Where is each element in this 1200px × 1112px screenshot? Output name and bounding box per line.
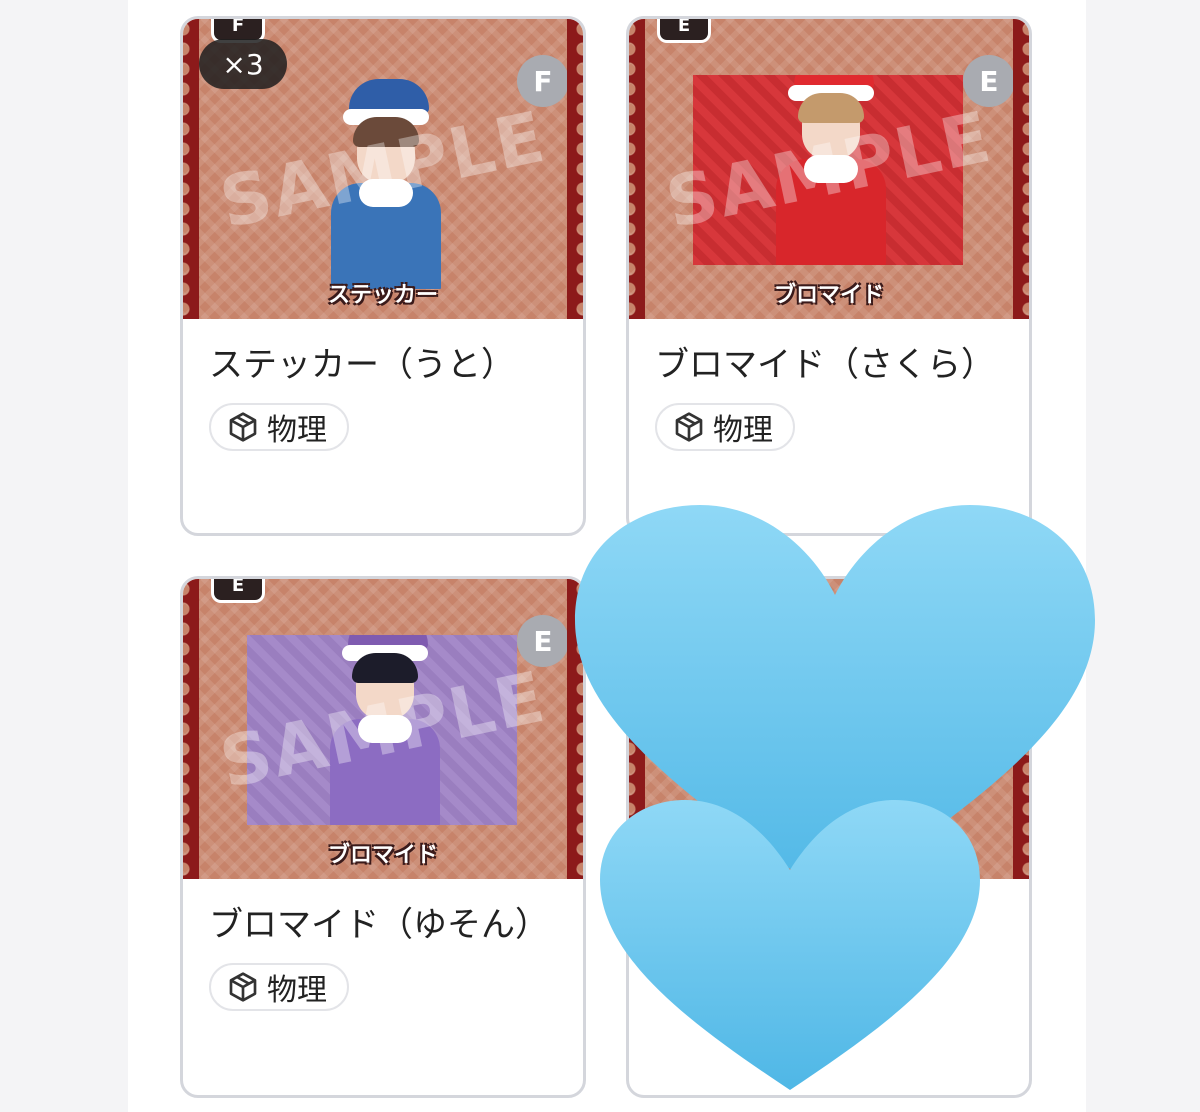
rank-badge: E xyxy=(963,55,1015,107)
item-title[interactable]: ステッカー（うと） xyxy=(209,341,557,389)
item-card[interactable] xyxy=(626,576,1032,1098)
item-card[interactable]: E SAMPLE ブロマイド E ブロマイド（さくら） 物理 xyxy=(626,16,1032,536)
item-image: E SAMPLE ブロマイド E xyxy=(629,19,1029,319)
prize-medal-icon: E xyxy=(657,19,711,43)
physical-tag: 物理 xyxy=(209,963,349,1011)
item-list-panel: F SAMPLE ステッカー ×3 F ステッカー（うと） 物理 E SAMPL… xyxy=(128,0,1086,1112)
item-card[interactable]: E SAMPLE ブロマイド E ブロマイド（ゆそん） 物理 xyxy=(180,576,586,1098)
item-photo xyxy=(693,75,963,265)
package-icon xyxy=(229,972,257,1002)
item-type-label: ブロマイド xyxy=(773,283,884,308)
rank-badge: E xyxy=(517,615,569,667)
page-margin xyxy=(0,0,52,1112)
physical-tag: 物理 xyxy=(209,403,349,451)
prize-medal-icon: E xyxy=(211,579,265,603)
person-figure xyxy=(313,79,453,289)
tag-label: 物理 xyxy=(267,413,327,448)
item-image: F SAMPLE ステッカー ×3 F xyxy=(183,19,583,319)
item-title[interactable]: ブロマイド（ゆそん） xyxy=(209,901,557,949)
item-type-label: ステッカー xyxy=(327,283,438,308)
person-figure xyxy=(758,75,898,265)
item-photo xyxy=(313,49,453,289)
physical-tag: 物理 xyxy=(655,403,795,451)
item-card[interactable]: F SAMPLE ステッカー ×3 F ステッカー（うと） 物理 xyxy=(180,16,586,536)
tag-label: 物理 xyxy=(713,413,773,448)
item-type-label: ブロマイド xyxy=(327,843,438,868)
rank-badge: F xyxy=(517,55,569,107)
item-image: E SAMPLE ブロマイド E xyxy=(183,579,583,879)
tag-label: 物理 xyxy=(267,973,327,1008)
item-image xyxy=(629,579,1029,879)
quantity-badge: ×3 xyxy=(199,39,287,89)
item-photo xyxy=(247,635,517,825)
package-icon xyxy=(675,412,703,442)
item-title[interactable]: ブロマイド（さくら） xyxy=(655,341,1003,389)
package-icon xyxy=(229,412,257,442)
person-figure xyxy=(312,635,452,825)
